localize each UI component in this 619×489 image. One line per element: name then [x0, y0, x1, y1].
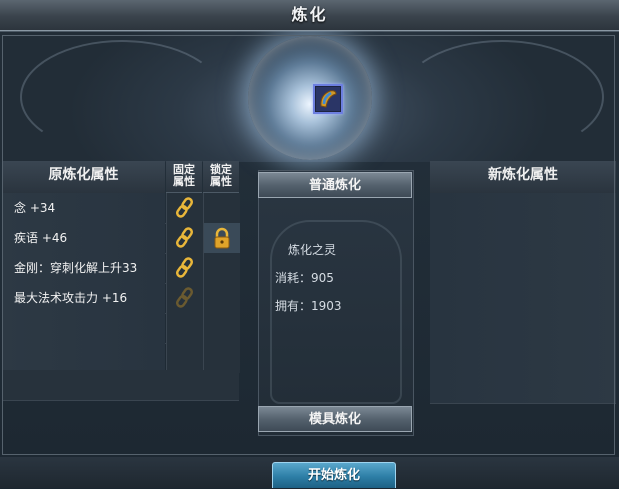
right-ornament: [400, 40, 604, 154]
padlock-icon: [214, 227, 230, 249]
chain-link-icon: [175, 257, 194, 278]
left-table-footer: [2, 370, 239, 401]
new-attributes-header: 新炼化属性: [430, 161, 616, 194]
chain-link-icon: [175, 197, 194, 218]
material-cost: 消耗：905: [275, 271, 334, 285]
material-owned: 拥有：1903: [275, 299, 342, 313]
new-attribute-row: [430, 253, 616, 284]
fixed-attribute-header: 固定 属性: [166, 161, 202, 193]
bracelet-icon: [316, 87, 340, 111]
start-refine-button[interactable]: 开始炼化: [272, 462, 396, 488]
lock-attribute-toggle[interactable]: [203, 283, 240, 313]
new-attribute-row: [430, 343, 616, 374]
refine-orb: [248, 36, 372, 160]
empty-lock-cell: [203, 343, 240, 373]
equipment-slot[interactable]: [313, 84, 343, 114]
new-attribute-row: [430, 313, 616, 344]
material-name: 炼化之灵: [288, 243, 337, 257]
lock-attribute-toggle[interactable]: [203, 223, 240, 253]
new-attribute-row: [430, 193, 616, 224]
empty-attribute-cell: [2, 313, 165, 343]
fix-attribute-toggle[interactable]: [166, 193, 203, 223]
fixed-header-line2: 属性: [173, 175, 195, 188]
chain-link-dim-icon: [175, 287, 194, 308]
fix-attribute-toggle[interactable]: [166, 283, 203, 313]
normal-refine-tab[interactable]: 普通炼化: [258, 172, 412, 198]
empty-fix-cell: [166, 343, 203, 373]
attribute-row: 疾语 +46: [2, 223, 240, 254]
mold-refine-tab[interactable]: 模具炼化: [258, 406, 412, 432]
new-attribute-row: [430, 373, 616, 404]
empty-lock-cell: [203, 313, 240, 343]
chain-link-icon: [175, 227, 194, 248]
fix-attribute-toggle[interactable]: [166, 223, 203, 253]
empty-attribute-row: [2, 313, 240, 344]
attribute-row: 最大法术攻击力 +16: [2, 283, 240, 314]
new-attribute-row: [430, 283, 616, 314]
empty-fix-cell: [166, 313, 203, 343]
empty-attribute-cell: [2, 343, 165, 373]
fix-attribute-toggle[interactable]: [166, 253, 203, 283]
lock-attribute-toggle[interactable]: [203, 193, 240, 223]
attribute-row: 金刚：穿刺化解上升33: [2, 253, 240, 284]
window-title: 炼化: [0, 0, 619, 31]
attribute-text: 疾语 +46: [2, 223, 165, 253]
attribute-text: 金刚：穿刺化解上升33: [2, 253, 165, 283]
original-attributes-header: 原炼化属性: [2, 161, 165, 194]
new-attribute-row: [430, 223, 616, 254]
attribute-text: 念 +34: [2, 193, 165, 223]
attribute-text: 最大法术攻击力 +16: [2, 283, 165, 313]
attribute-row: 念 +34: [2, 193, 240, 224]
lock-attribute-toggle[interactable]: [203, 253, 240, 283]
lock-attribute-header: 锁定 属性: [203, 161, 239, 193]
left-ornament: [20, 40, 224, 154]
lock-header-line2: 属性: [210, 175, 232, 188]
